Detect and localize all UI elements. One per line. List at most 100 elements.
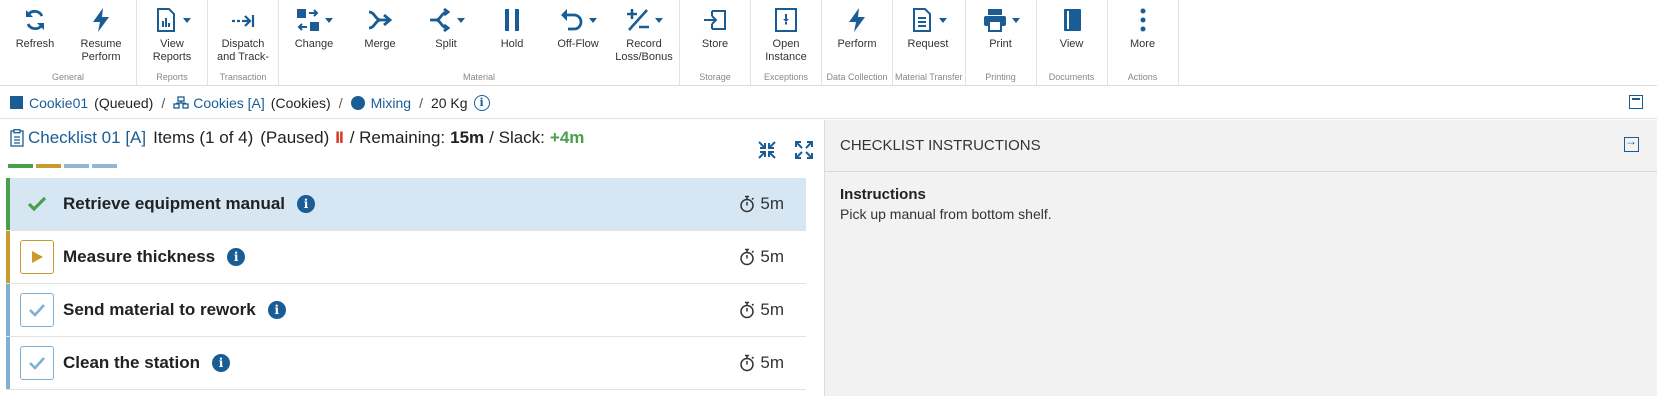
info-icon[interactable]: i — [211, 354, 230, 372]
stopwatch-icon — [739, 301, 760, 319]
ribbon-button-dispatch-and-track[interactable]: Dispatch and Track- — [210, 0, 276, 72]
ribbon-button-open-instance[interactable]: Open Instance — [753, 0, 819, 72]
checklist-item-duration: 5m — [739, 300, 784, 320]
split-icon — [427, 5, 465, 35]
ribbon-toolbar: Refresh Resume Perform General View Reports… — [0, 0, 1657, 86]
ribbon-group: Perform Data Collection — [822, 0, 893, 85]
collapse-panel-icon[interactable] — [1624, 134, 1639, 152]
ribbon-button-merge[interactable]: Merge — [347, 0, 413, 72]
collapse-all-icon[interactable] — [757, 140, 777, 165]
ribbon-button-print[interactable]: Print — [968, 0, 1034, 72]
ribbon-button-perform[interactable]: Perform — [824, 0, 890, 72]
checkmark-icon[interactable] — [20, 187, 54, 221]
ribbon-button-change[interactable]: Change — [281, 0, 347, 72]
ribbon-button-label: Dispatch and Track- — [217, 38, 269, 63]
progress-segment — [92, 164, 117, 168]
ribbon-button-resume-perform[interactable]: Resume Perform — [68, 0, 134, 72]
instructions-body: Instructions Pick up manual from bottom … — [825, 172, 1657, 236]
ribbon-button-record-loss-bonus[interactable]: Record Loss/Bonus — [611, 0, 677, 72]
ribbon-group-label: Exceptions — [763, 72, 809, 83]
checkbox-check-icon[interactable] — [20, 293, 54, 327]
breadcrumb-step-link[interactable]: Mixing — [371, 95, 411, 111]
checklist-title-link[interactable]: Checklist 01 [A] — [28, 128, 146, 148]
breadcrumb-separator: / — [338, 94, 343, 111]
ribbon-button-off-flow[interactable]: Off-Flow — [545, 0, 611, 72]
status-bar — [6, 178, 10, 230]
ribbon-button-more[interactable]: More — [1110, 0, 1176, 72]
paused-icon: II — [335, 128, 344, 147]
ribbon-button-split[interactable]: Split — [413, 0, 479, 72]
ribbon-button-view[interactable]: View — [1039, 0, 1105, 72]
chevron-down-icon — [457, 17, 465, 23]
ribbon-group: Dispatch and Track- Transaction — [208, 0, 279, 85]
instructions-heading: Instructions — [840, 186, 926, 203]
merge-icon — [367, 5, 393, 35]
stopwatch-icon — [739, 195, 760, 213]
checklist-item-duration: 5m — [739, 194, 784, 214]
checklist-item-duration: 5m — [739, 247, 784, 267]
collapse-header-icon[interactable] — [1629, 95, 1643, 109]
play-icon[interactable] — [20, 240, 54, 274]
ribbon-button-label: Open Instance — [765, 38, 807, 63]
progress-segment — [36, 164, 61, 168]
breadcrumb-material-link[interactable]: Cookie01 — [29, 95, 88, 111]
info-icon[interactable]: i — [297, 195, 316, 213]
ribbon-button-label: More — [1130, 38, 1156, 50]
pause-icon — [499, 5, 525, 35]
ribbon-button-view-reports[interactable]: View Reports — [139, 0, 205, 72]
chevron-down-icon — [589, 17, 597, 23]
breadcrumb-product-link[interactable]: Cookies [A] — [193, 95, 265, 111]
lightning-icon — [88, 5, 114, 35]
chevron-down-icon — [325, 17, 333, 23]
ribbon-button-refresh[interactable]: Refresh — [2, 0, 68, 72]
checkbox-check-icon[interactable] — [20, 346, 54, 380]
checklist-item[interactable]: Measure thickness i 5m — [6, 231, 806, 284]
ribbon-group-label: Data Collection — [826, 72, 888, 83]
checklist-panel: Checklist 01 [A] Items (1 of 4) (Paused)… — [0, 120, 824, 396]
checklist-item[interactable]: Clean the station i 5m — [6, 337, 806, 390]
ribbon-button-label: View — [1059, 38, 1084, 50]
instructions-header: CHECKLIST INSTRUCTIONS — [825, 120, 1657, 172]
info-icon[interactable]: i — [227, 248, 246, 266]
ribbon-group: Refresh Resume Perform General — [0, 0, 137, 85]
breadcrumb-separator: / — [419, 94, 423, 111]
checklist-item-duration: 5m — [739, 353, 784, 373]
book-icon — [1059, 5, 1085, 35]
checklist-item[interactable]: Send material to rework i 5m — [6, 284, 806, 337]
more-vertical-icon — [1130, 5, 1156, 35]
info-icon[interactable]: i — [473, 94, 490, 111]
store-icon — [702, 5, 728, 35]
ribbon-group-label: Documents — [1048, 72, 1095, 83]
instructions-header-title: CHECKLIST INSTRUCTIONS — [840, 137, 1041, 154]
checklist-item[interactable]: Retrieve equipment manual i 5m — [6, 178, 806, 231]
ribbon-group-buttons: Print — [968, 0, 1034, 72]
status-bar — [6, 284, 10, 336]
expand-all-icon[interactable] — [794, 140, 814, 165]
ribbon-button-label: Store — [701, 38, 729, 50]
breadcrumb-quantity: 20 Kg — [430, 94, 468, 111]
ribbon-button-label: Request — [907, 38, 949, 50]
ribbon-group-buttons: View Reports — [139, 0, 205, 72]
dispatch-icon — [230, 5, 256, 35]
ribbon-group-buttons: Store — [682, 0, 748, 72]
ribbon-button-label: Record Loss/Bonus — [615, 38, 673, 63]
instructions-panel: CHECKLIST INSTRUCTIONS Instructions Pick… — [824, 120, 1657, 396]
ribbon-group-buttons: View — [1039, 0, 1105, 72]
product-icon — [173, 95, 189, 110]
duration-value: 5m — [760, 300, 784, 319]
ribbon-group: Change Merge Split Hold Off-Flow Record Loss/… — [279, 0, 680, 85]
ribbon-button-request[interactable]: Request — [895, 0, 961, 72]
status-bar — [6, 337, 10, 389]
checklist-items: Retrieve equipment manual i 5m Measure thic… — [6, 178, 806, 390]
ribbon-group: Print Printing — [966, 0, 1037, 85]
checklist-item-name: Send material to rework — [63, 300, 256, 319]
info-icon[interactable]: i — [267, 301, 286, 319]
ribbon-group: View Reports Reports — [137, 0, 208, 85]
checklist-header: Checklist 01 [A] Items (1 of 4) (Paused)… — [10, 128, 584, 148]
progress-segment — [64, 164, 89, 168]
printer-icon — [982, 5, 1020, 35]
ribbon-button-store[interactable]: Store — [682, 0, 748, 72]
chevron-down-icon — [183, 17, 191, 23]
ribbon-button-label: Off-Flow — [557, 38, 599, 50]
ribbon-button-hold[interactable]: Hold — [479, 0, 545, 72]
